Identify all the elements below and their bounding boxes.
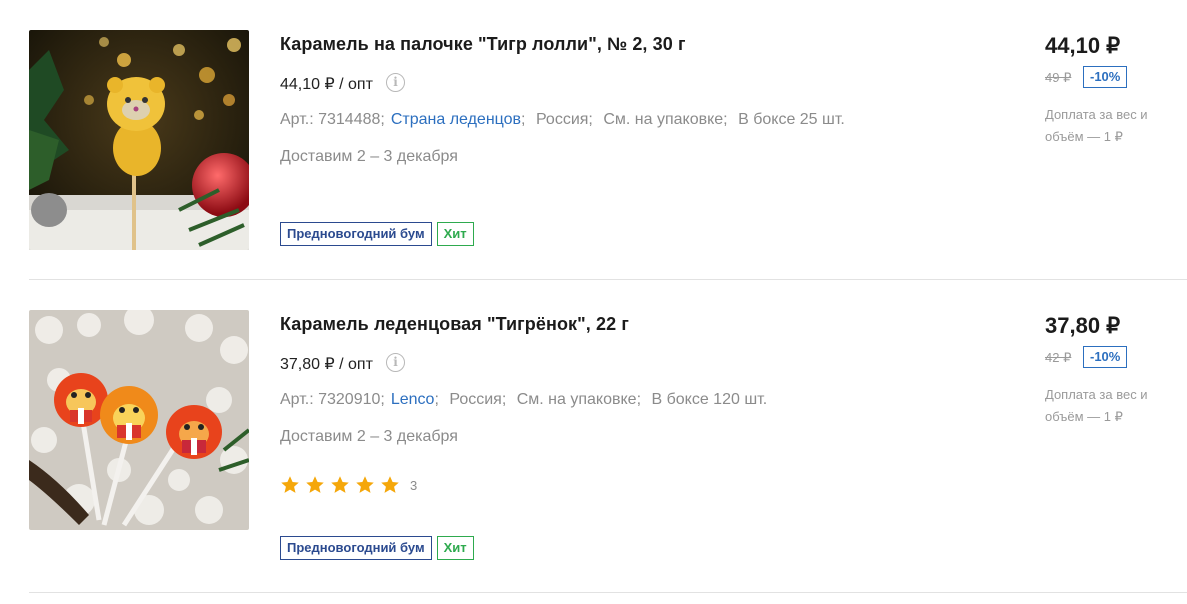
opt-price: 44,10 ₽ / опт xyxy=(280,76,373,93)
opt-price: 37,80 ₽ / опт xyxy=(280,356,373,373)
old-price: 42 ₽ xyxy=(1045,350,1072,365)
product-title[interactable]: Карамель на палочке "Тигр лолли", № 2, 3… xyxy=(280,34,686,55)
product-image[interactable] xyxy=(29,30,249,250)
rating-count[interactable]: 3 xyxy=(410,478,417,493)
tag-hit[interactable]: Хит xyxy=(436,536,474,560)
divider xyxy=(29,592,1187,593)
delivery-date: Доставим 2 – 3 декабря xyxy=(280,428,458,445)
old-price: 49 ₽ xyxy=(1045,70,1072,85)
info-icon[interactable]: i xyxy=(386,73,405,92)
star-icon xyxy=(331,476,349,493)
composition: См. на упаковке; xyxy=(516,391,642,408)
star-icon xyxy=(281,476,299,493)
star-icon xyxy=(356,476,374,493)
tag-hit[interactable]: Хит xyxy=(436,222,474,246)
product-card: Карамель на палочке "Тигр лолли", № 2, 3… xyxy=(29,29,1187,279)
surcharge-note: Доплата за вес и объём — 1 ₽ xyxy=(1045,107,1148,144)
tag-preholiday[interactable]: Предновогодний бум xyxy=(280,222,432,246)
price: 44,10 ₽ xyxy=(1045,33,1121,58)
tags: Предновогодний бум Хит xyxy=(280,536,474,560)
product-image[interactable] xyxy=(29,310,249,530)
delivery-date: Доставим 2 – 3 декабря xyxy=(280,148,458,165)
product-meta: Арт.: 7320910; Lenco; Россия; См. на упак… xyxy=(280,391,768,408)
info-icon[interactable]: i xyxy=(386,353,405,372)
country: Россия; xyxy=(535,111,593,128)
surcharge-note: Доплата за вес и объём — 1 ₽ xyxy=(1045,387,1148,424)
box-quantity: В боксе 25 шт. xyxy=(738,111,845,128)
tag-preholiday[interactable]: Предновогодний бум xyxy=(280,536,432,560)
product-card: Карамель леденцовая "Тигрёнок", 22 г 37,… xyxy=(29,309,1187,592)
product-meta: Арт.: 7314488; Страна леденцов; Россия; С… xyxy=(280,111,845,128)
star-icon xyxy=(306,476,324,493)
discount-badge: -10% xyxy=(1083,66,1128,88)
composition: См. на упаковке; xyxy=(603,111,728,128)
rating-stars[interactable]: 3 xyxy=(280,474,417,496)
discount-badge: -10% xyxy=(1083,346,1128,368)
article-number: Арт.: 7320910; xyxy=(280,391,385,408)
box-quantity: В боксе 120 шт. xyxy=(651,391,768,408)
product-title[interactable]: Карамель леденцовая "Тигрёнок", 22 г xyxy=(280,314,629,335)
tags: Предновогодний бум Хит xyxy=(280,222,474,246)
brand-link[interactable]: Lenco xyxy=(391,391,435,408)
brand-link[interactable]: Страна леденцов xyxy=(391,111,521,128)
star-icon xyxy=(381,476,399,493)
divider xyxy=(29,279,1187,280)
article-number: Арт.: 7314488; xyxy=(280,111,385,128)
country: Россия; xyxy=(449,391,507,408)
price: 37,80 ₽ xyxy=(1045,313,1121,338)
